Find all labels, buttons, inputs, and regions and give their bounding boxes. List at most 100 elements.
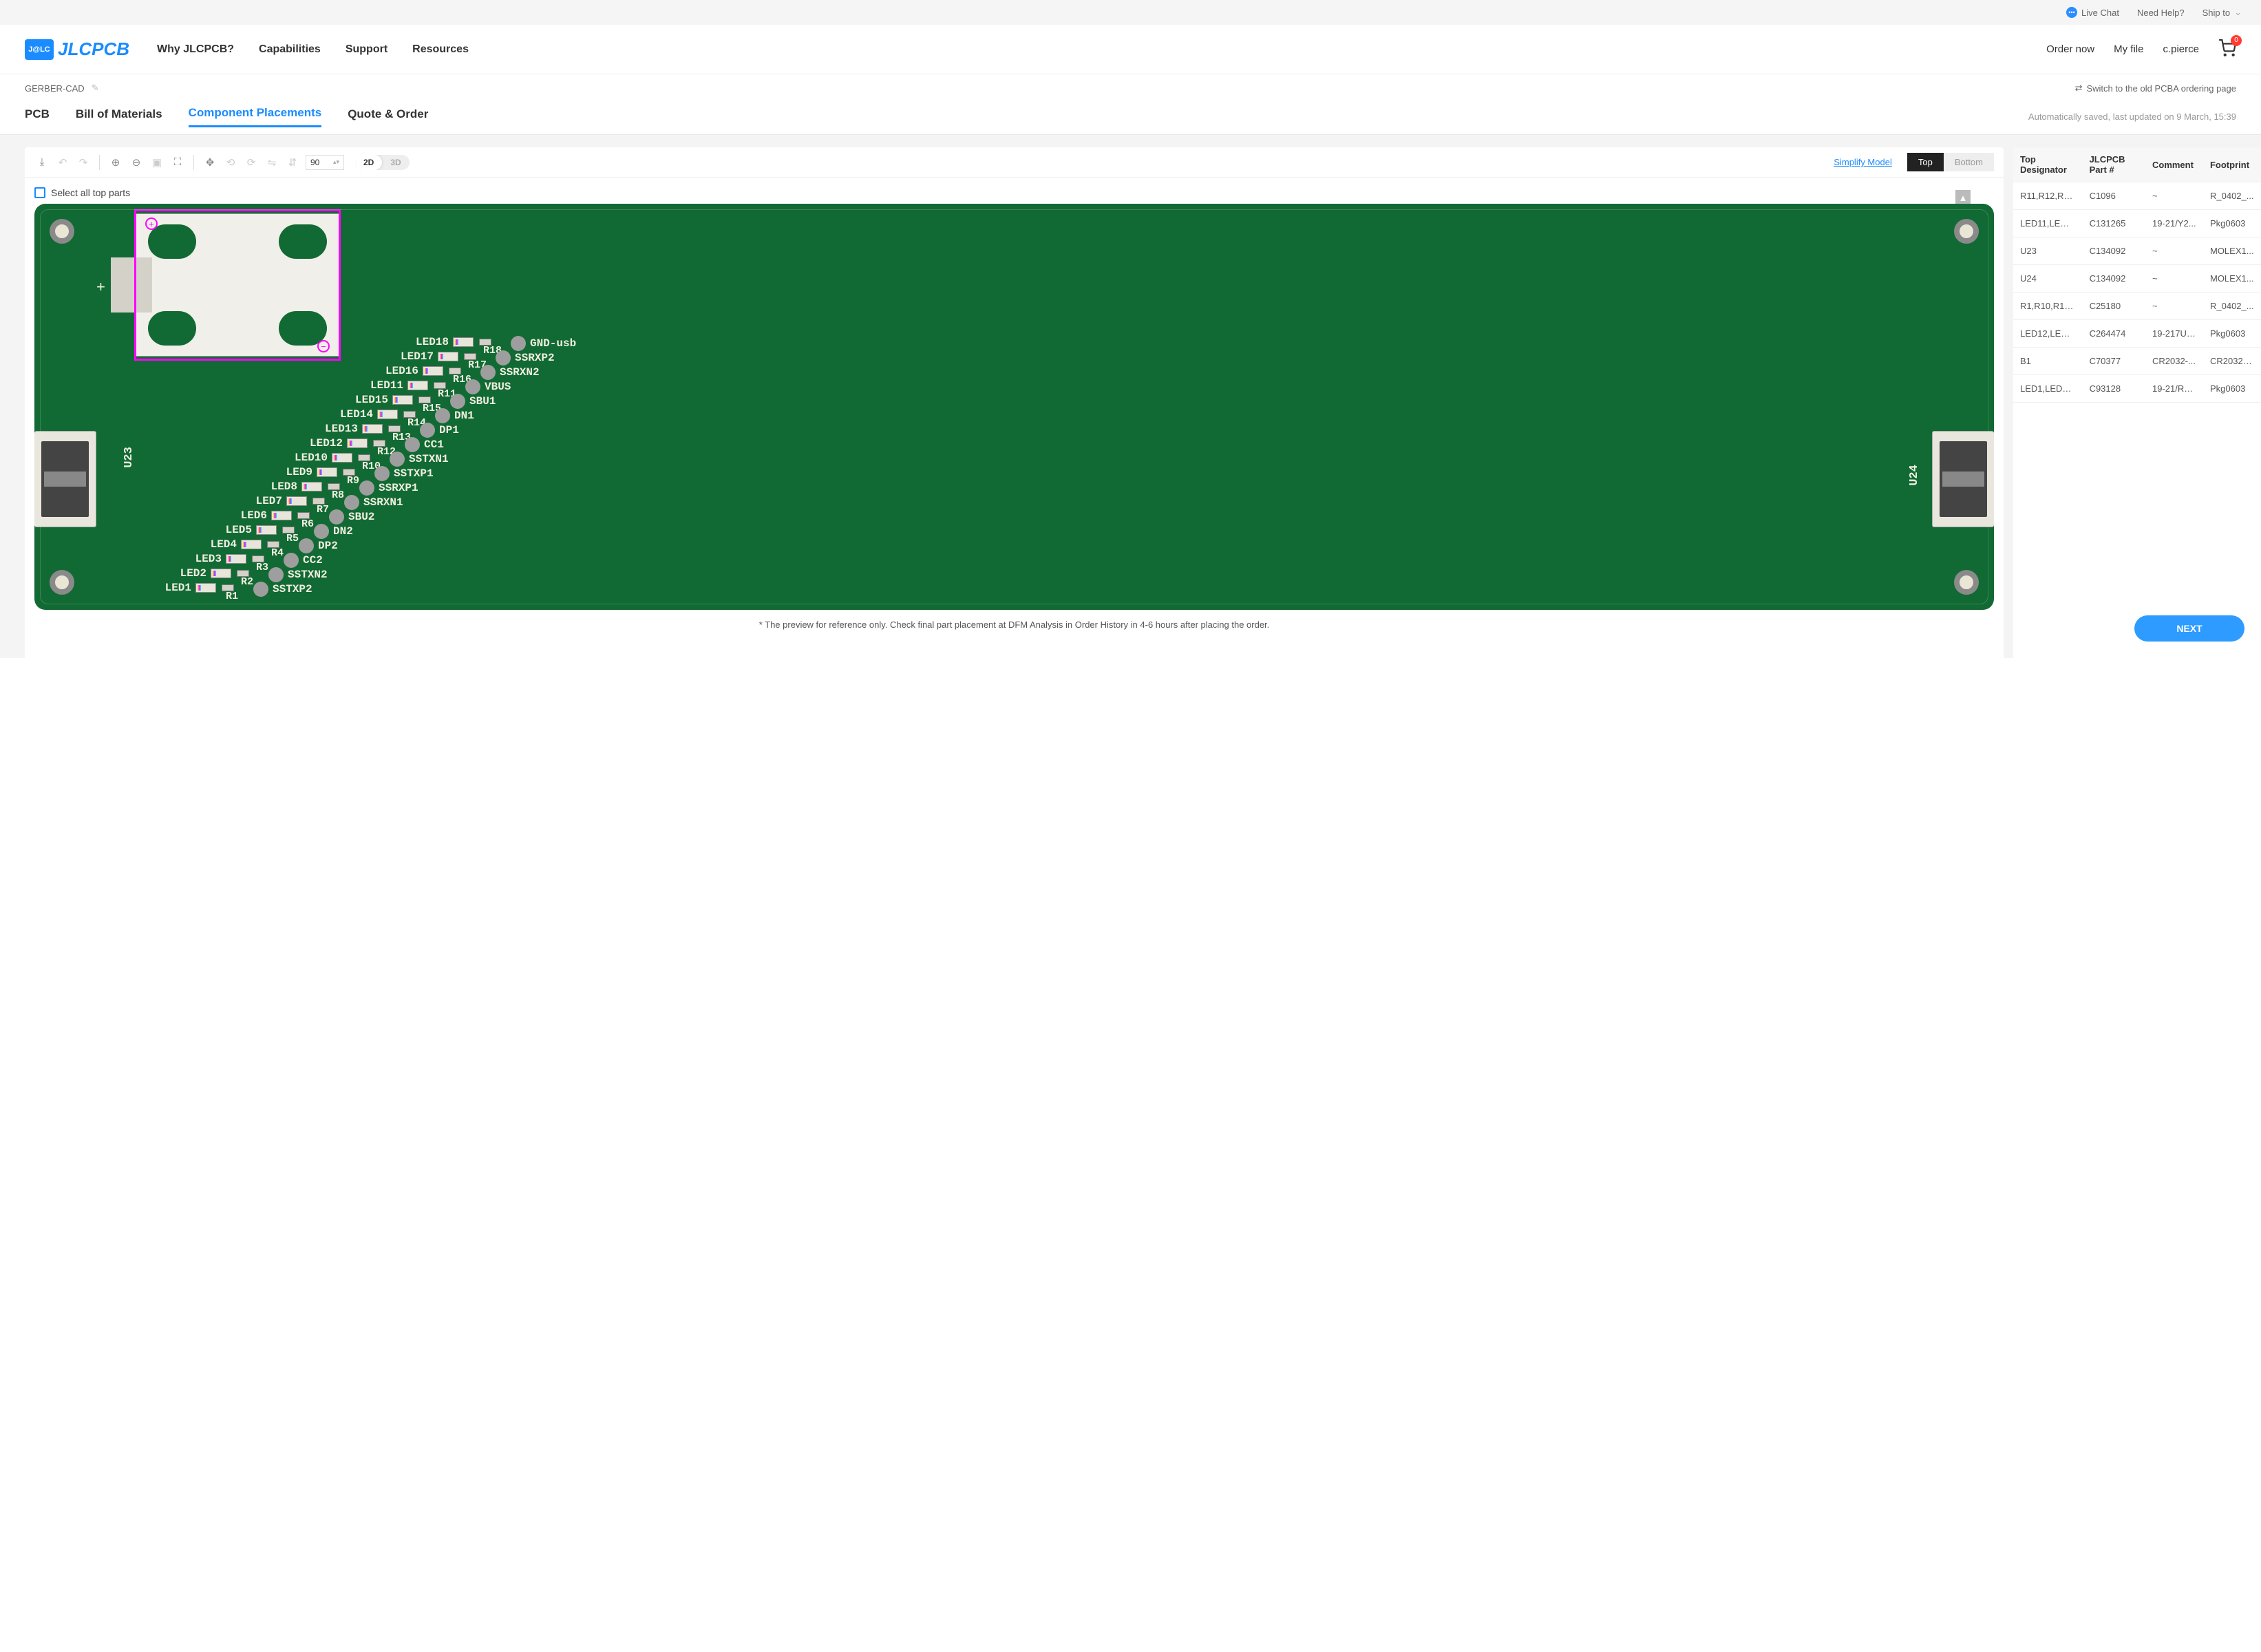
fit-selection-icon[interactable]: ▣ xyxy=(149,155,164,170)
table-row[interactable]: R1,R10,R14,R16,...C25180~R_0402_... xyxy=(2013,293,2261,320)
pcb-preview[interactable]: + + − U23 U24 LED18R18GND-usbLED17R17SSR xyxy=(34,204,1994,610)
table-cell: Pkg0603 xyxy=(2203,210,2261,237)
table-cell: MOLEX1... xyxy=(2203,237,2261,265)
pan-up-button[interactable]: ▲ xyxy=(1955,190,1971,205)
col-part[interactable]: JLCPCB Part # xyxy=(2083,147,2145,182)
tab-quote[interactable]: Quote & Order xyxy=(348,107,428,127)
need-help-link[interactable]: Need Help? xyxy=(2137,8,2185,18)
component-led[interactable] xyxy=(271,511,292,520)
rotation-input[interactable]: 90▴▾ xyxy=(306,155,344,170)
undo-icon[interactable]: ↶ xyxy=(55,155,70,170)
view-3d-button[interactable]: 3D xyxy=(382,155,409,170)
layer-bottom-button[interactable]: Bottom xyxy=(1944,153,1994,171)
next-button[interactable]: NEXT xyxy=(2134,615,2244,642)
component-led[interactable] xyxy=(241,540,262,549)
user-menu[interactable]: c.pierce xyxy=(2163,43,2199,55)
col-comment[interactable]: Comment xyxy=(2145,147,2203,182)
swap-icon: ⇄ xyxy=(2075,83,2083,94)
table-row[interactable]: LED1,LED10,LED...C9312819-21/R6...Pkg060… xyxy=(2013,375,2261,403)
silkscreen-u23: U23 xyxy=(123,447,135,468)
component-led[interactable] xyxy=(195,583,216,593)
stepper-icon: ▴▾ xyxy=(333,158,339,166)
rotate-cw-icon[interactable]: ⟳ xyxy=(244,155,259,170)
table-row[interactable]: R11,R12,R13,R15...C1096~R_0402_... xyxy=(2013,182,2261,210)
col-designator[interactable]: Top Designator xyxy=(2013,147,2083,182)
nav-why[interactable]: Why JLCPCB? xyxy=(157,43,234,56)
table-row[interactable]: B1C70377CR2032-...CR2032_... xyxy=(2013,348,2261,375)
table-cell: C70377 xyxy=(2083,348,2145,375)
table-row[interactable]: U24C134092~MOLEX1... xyxy=(2013,265,2261,293)
test-pad xyxy=(480,365,496,380)
table-row[interactable]: LED12,LED15,LE...C26447419-217UY...Pkg06… xyxy=(2013,320,2261,348)
test-pad xyxy=(496,350,511,366)
component-b1-battery[interactable]: + − xyxy=(134,209,341,361)
cart-button[interactable]: 0 xyxy=(2218,39,2236,60)
move-icon[interactable]: ✥ xyxy=(202,155,217,170)
nav-support[interactable]: Support xyxy=(346,43,388,56)
test-pad xyxy=(299,538,314,553)
flip-v-icon[interactable]: ⇵ xyxy=(285,155,300,170)
table-row[interactable]: LED11,LED13,LE...C13126519-21/Y2...Pkg06… xyxy=(2013,210,2261,237)
silkscreen-r-label: R9 xyxy=(347,476,359,486)
nav-capabilities[interactable]: Capabilities xyxy=(259,43,321,56)
zoom-in-icon[interactable]: ⊕ xyxy=(108,155,123,170)
component-led[interactable] xyxy=(377,410,398,419)
component-led[interactable] xyxy=(301,482,322,491)
tab-pcb[interactable]: PCB xyxy=(25,107,50,127)
nav-resources[interactable]: Resources xyxy=(412,43,469,56)
component-led[interactable] xyxy=(211,569,231,578)
silkscreen-signal-label: VBUS xyxy=(485,381,511,392)
silkscreen-signal-label: SSTXN2 xyxy=(288,569,328,580)
component-led[interactable] xyxy=(423,366,443,376)
table-cell: LED11,LED13,LE... xyxy=(2013,210,2083,237)
table-cell: CR2032-... xyxy=(2145,348,2203,375)
table-row[interactable]: U23C134092~MOLEX1... xyxy=(2013,237,2261,265)
component-led[interactable] xyxy=(226,554,246,564)
col-footprint[interactable]: Footprint xyxy=(2203,147,2261,182)
component-led[interactable] xyxy=(332,453,352,463)
test-pad xyxy=(284,553,299,568)
component-led[interactable] xyxy=(347,438,368,448)
table-cell: R_0402_... xyxy=(2203,293,2261,320)
component-u24-usb[interactable] xyxy=(1932,431,1994,527)
view-mode-toggle: 2D 3D xyxy=(355,155,410,170)
order-now-link[interactable]: Order now xyxy=(2046,43,2094,55)
redo-icon[interactable]: ↷ xyxy=(76,155,91,170)
simplify-model-link[interactable]: Simplify Model xyxy=(1834,157,1892,167)
silkscreen-signal-label: DP1 xyxy=(439,425,459,436)
live-chat-link[interactable]: ••• Live Chat xyxy=(2066,7,2119,18)
component-led[interactable] xyxy=(407,381,428,390)
silkscreen-led-label: LED14 xyxy=(325,409,373,420)
table-cell: ~ xyxy=(2145,265,2203,293)
silkscreen-led-label: LED12 xyxy=(295,438,343,449)
layer-top-button[interactable]: Top xyxy=(1907,153,1944,171)
viewer-toolbar: ⤓ ↶ ↷ ⊕ ⊖ ▣ ⛶ ✥ ⟲ ⟳ ⇋ ⇵ 90▴▾ 2D 3D Simpl… xyxy=(25,147,2004,178)
zoom-out-icon[interactable]: ⊖ xyxy=(129,155,144,170)
table-cell: C264474 xyxy=(2083,320,2145,348)
tab-placements[interactable]: Component Placements xyxy=(189,106,322,127)
my-file-link[interactable]: My file xyxy=(2114,43,2143,55)
test-pad xyxy=(329,509,344,525)
switch-old-page-link[interactable]: ⇄ Switch to the old PCBA ordering page xyxy=(2075,83,2236,94)
view-2d-button[interactable]: 2D xyxy=(355,155,382,170)
component-led[interactable] xyxy=(256,525,277,535)
fit-screen-icon[interactable]: ⛶ xyxy=(170,155,185,170)
rotate-ccw-icon[interactable]: ⟲ xyxy=(223,155,238,170)
component-led[interactable] xyxy=(317,467,337,477)
selection-highlight xyxy=(134,209,341,361)
logo[interactable]: J@LC JLCPCB xyxy=(25,39,129,60)
test-pad xyxy=(420,423,435,438)
tab-bom[interactable]: Bill of Materials xyxy=(76,107,162,127)
ship-to-dropdown[interactable]: Ship to ⌄ xyxy=(2202,7,2242,18)
download-icon[interactable]: ⤓ xyxy=(34,155,50,170)
component-led[interactable] xyxy=(286,496,307,506)
silkscreen-signal-label: CC1 xyxy=(424,439,444,450)
component-led[interactable] xyxy=(392,395,413,405)
component-led[interactable] xyxy=(362,424,383,434)
component-u23-usb[interactable] xyxy=(34,431,96,527)
flip-h-icon[interactable]: ⇋ xyxy=(264,155,279,170)
select-all-checkbox[interactable] xyxy=(34,187,45,198)
component-led[interactable] xyxy=(453,337,474,347)
component-led[interactable] xyxy=(438,352,458,361)
edit-filename-icon[interactable]: ✎ xyxy=(92,83,99,94)
